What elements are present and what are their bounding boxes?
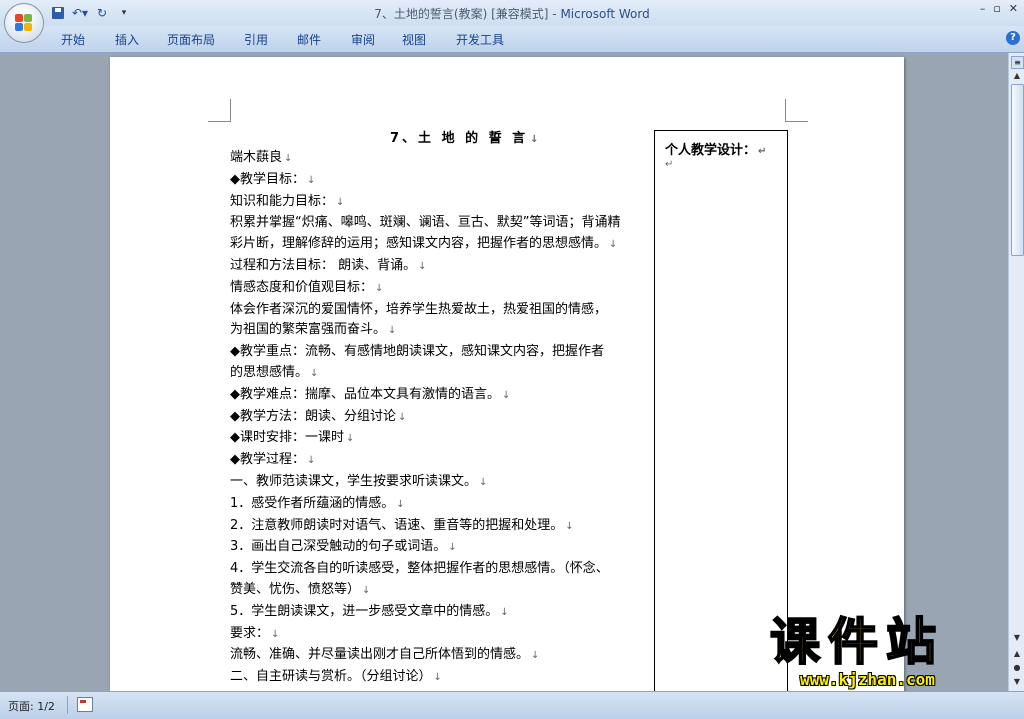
document-line: 积累并掌握“炽痛、嗥鸣、斑斓、谰语、亘古、默契”等词语；背诵精 — [230, 215, 621, 231]
paragraph-mark: ↓ — [336, 196, 345, 208]
minimize-button[interactable]: – — [980, 2, 986, 15]
tab-developer[interactable]: 开发工具 — [456, 31, 504, 48]
paragraph-mark: ↓ — [609, 239, 618, 251]
tab-page-layout[interactable]: 页面布局 — [167, 31, 215, 48]
tab-review[interactable]: 审阅 — [351, 31, 375, 48]
document-line: 体会作者深沉的爱国情怀，培养学生热爱故土，热爱祖国的情感， — [230, 301, 608, 317]
watermark-url: www.kjzhan.com — [800, 670, 935, 689]
document-line: ◆教学过程： ↓ — [230, 452, 316, 468]
help-icon[interactable]: ? — [1006, 31, 1020, 45]
tab-view[interactable]: 视图 — [402, 31, 426, 48]
paragraph-mark: ↓ — [362, 584, 371, 596]
paragraph-mark: ↓ — [396, 498, 405, 510]
document-line: 赞美、忧伤、愤怒等） ↓ — [230, 581, 371, 597]
paragraph-mark: ↓ — [479, 476, 488, 488]
scroll-up-icon[interactable]: ▲ — [1011, 71, 1023, 81]
document-workspace: 7、土 地 的 誓 言 ↓ 端木蕻良 ↓ ◆教学目标： ↓ 知识和能力目标： ↓ 积累并掌握“… — [0, 53, 1008, 691]
document-line: 1．感受作者所蕴涵的情感。 ↓ — [230, 495, 405, 511]
view-ruler-icon[interactable]: ≡ — [1011, 56, 1024, 69]
app-name: Microsoft Word — [560, 7, 650, 21]
page-count[interactable]: 页面: 1/2 — [8, 698, 55, 714]
office-logo-icon — [15, 14, 33, 32]
ribbon-tabs: 开始 插入 页面布局 引用 邮件 审阅 视图 开发工具 — [0, 26, 1024, 53]
watermark-title: 课件站 — [769, 613, 944, 671]
watermark-logo: 课件站 www.kjzhan.com — [769, 613, 1020, 694]
document-line: 为祖国的繁荣富强而奋斗。 ↓ — [230, 322, 397, 338]
vertical-scrollbar[interactable]: ≡ ▲ ▼ ▲ ● ▼ — [1008, 53, 1024, 691]
document-line: 流畅、准确、并尽量读出刚才自己所体悟到的情感。 ↓ — [230, 647, 540, 663]
document-line: 要求： ↓ — [230, 625, 280, 641]
document-line: ◆教学难点：揣摩、品位本文具有激情的语言。 ↓ — [230, 386, 511, 402]
title-bar: ↶▾ ↻ ▾ 7、土地的誓言(教案) [兼容模式] - Microsoft Wo… — [0, 0, 1024, 26]
tab-home[interactable]: 开始 — [61, 31, 85, 48]
paragraph-mark: ↓ — [307, 174, 316, 186]
status-divider — [67, 696, 68, 714]
side-box-title: 个人教学设计： ↵ — [665, 143, 767, 158]
paragraph-mark: ↓ — [310, 367, 319, 379]
document-line: 5．学生朗读课文，进一步感受文章中的情感。 ↓ — [230, 603, 509, 619]
document-line: 彩片断，理解修辞的运用；感知课文内容，把握作者的思想感情。 ↓ — [230, 236, 618, 252]
paragraph-mark: ↓ — [565, 520, 574, 532]
status-bar: 页面: 1/2 — [0, 691, 1024, 719]
office-button[interactable] — [4, 3, 44, 43]
document-line: ◆教学目标： ↓ — [230, 171, 316, 187]
paragraph-mark: ↓ — [418, 260, 427, 272]
restore-button[interactable]: ▫ — [993, 2, 1000, 15]
paragraph-mark: ↓ — [375, 282, 384, 294]
close-button[interactable]: ✕ — [1009, 2, 1018, 15]
document-name: 7、土地的誓言(教案) [兼容模式] — [374, 7, 549, 21]
scroll-thumb[interactable] — [1011, 84, 1024, 256]
document-line: 二、自主研读与赏析。（分组讨论） ↓ — [230, 669, 442, 685]
document-line: ◆教学方法：朗读、分组讨论 ↓ — [230, 408, 407, 424]
document-line: 过程和方法目标： 朗读、背诵。 ↓ — [230, 257, 427, 273]
document-line: 4．学生交流各自的听读感受，整体把握作者的思想感情。（怀念、 — [230, 561, 609, 577]
window-title: 7、土地的誓言(教案) [兼容模式] - Microsoft Word — [0, 5, 1024, 22]
paragraph-mark: ↓ — [500, 606, 509, 618]
paragraph-mark: ↵ — [665, 159, 674, 170]
tab-references[interactable]: 引用 — [244, 31, 268, 48]
document-line: 3．画出自己深受触动的句子或词语。 ↓ — [230, 539, 457, 555]
paragraph-mark: ↓ — [388, 325, 397, 337]
document-line: 端木蕻良 ↓ — [230, 150, 293, 165]
margin-corner-mark — [785, 99, 808, 122]
paragraph-mark: ↓ — [398, 411, 407, 423]
document-body[interactable]: 端木蕻良 ↓ ◆教学目标： ↓ 知识和能力目标： ↓ 积累并掌握“炽痛、嗥鸣、斑斓、谰语、亘… — [230, 148, 644, 691]
window-controls: – ▫ ✕ — [980, 2, 1018, 15]
paragraph-mark: ↓ — [284, 153, 293, 164]
personal-design-box[interactable]: 个人教学设计： ↵ ↵ — [654, 130, 788, 691]
document-page[interactable]: 7、土 地 的 誓 言 ↓ 端木蕻良 ↓ ◆教学目标： ↓ 知识和能力目标： ↓ 积累并掌握“… — [110, 57, 904, 691]
document-line: 一、教师范读课文，学生按要求听读课文。 ↓ — [230, 473, 488, 489]
paragraph-mark: ↓ — [502, 389, 511, 401]
paragraph-mark: ↓ — [307, 455, 316, 467]
document-line: 知识和能力目标： ↓ — [230, 193, 345, 209]
paragraph-mark: ↓ — [448, 542, 457, 554]
margin-corner-mark — [208, 99, 231, 122]
tab-insert[interactable]: 插入 — [115, 31, 139, 48]
tab-mailings[interactable]: 邮件 — [297, 31, 321, 48]
document-line: ◆课时安排：一课时 ↓ — [230, 430, 355, 446]
document-line: 的思想感情。 ↓ — [230, 364, 319, 380]
paragraph-mark: ↓ — [271, 628, 280, 640]
document-title: 7、土 地 的 誓 言 ↓ — [390, 131, 542, 146]
title-separator: - — [548, 7, 561, 21]
paragraph-mark: ↓ — [433, 672, 442, 684]
paragraph-mark: ↓ — [531, 650, 540, 662]
document-line: 情感态度和价值观目标： ↓ — [230, 279, 384, 295]
proofing-icon[interactable] — [77, 697, 93, 712]
paragraph-mark: ↓ — [346, 433, 355, 445]
document-line: 2．注意教师朗读时对语气、语速、重音等的把握和处理。 ↓ — [230, 517, 574, 533]
document-line: ◆教学重点：流畅、有感情地朗读课文，感知课文内容，把握作者 — [230, 344, 604, 360]
